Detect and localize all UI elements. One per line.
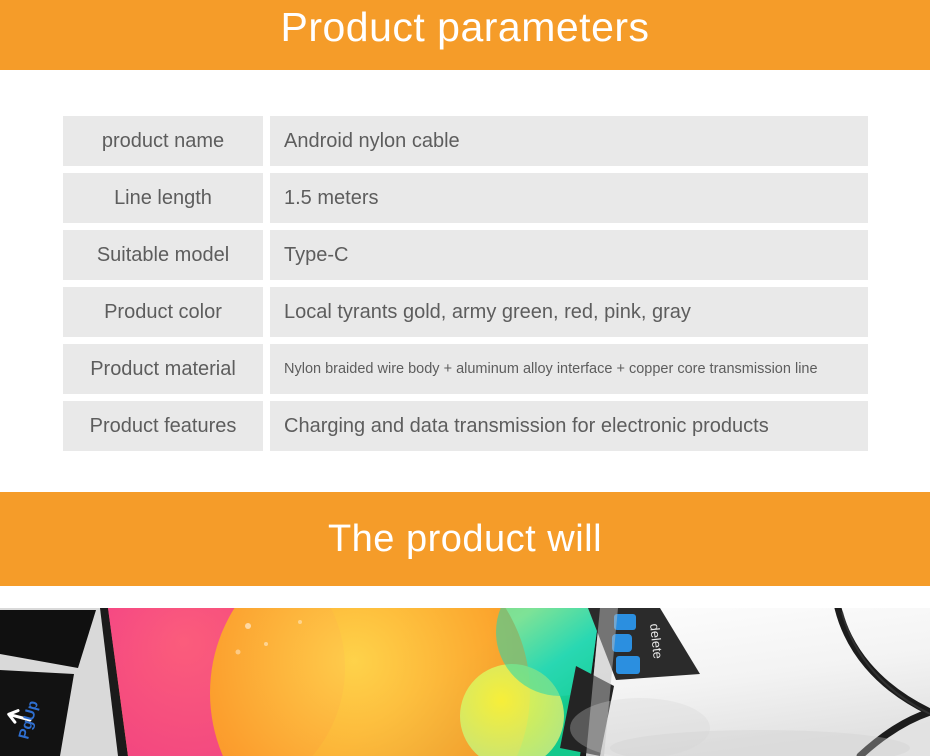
table-row: Line length 1.5 meters bbox=[63, 173, 868, 223]
photo-illustration: PgUp delete bbox=[0, 608, 930, 756]
section-banner-product-parameters: Product parameters bbox=[0, 0, 930, 70]
table-row: product name Android nylon cable bbox=[63, 116, 868, 166]
product-detail-page: Product parameters product name Android … bbox=[0, 0, 930, 756]
param-label: Product material bbox=[63, 344, 263, 394]
table-row: Suitable model Type-C bbox=[63, 230, 868, 280]
product-lifestyle-photo: PgUp delete bbox=[0, 608, 930, 756]
param-label: product name bbox=[63, 116, 263, 166]
param-label: Product color bbox=[63, 287, 263, 337]
param-label: Suitable model bbox=[63, 230, 263, 280]
table-row: Product features Charging and data trans… bbox=[63, 401, 868, 451]
banner-title-product-parameters: Product parameters bbox=[280, 3, 650, 50]
param-value: Local tyrants gold, army green, red, pin… bbox=[270, 287, 868, 337]
param-value: Charging and data transmission for elect… bbox=[270, 401, 868, 451]
param-value: Nylon braided wire body + aluminum alloy… bbox=[270, 344, 868, 394]
param-label: Line length bbox=[63, 173, 263, 223]
product-parameters-table: product name Android nylon cable Line le… bbox=[63, 116, 868, 451]
banner-title-the-product-will: The product will bbox=[327, 518, 603, 560]
param-value: Android nylon cable bbox=[270, 116, 868, 166]
table-row: Product color Local tyrants gold, army g… bbox=[63, 287, 868, 337]
param-label: Product features bbox=[63, 401, 263, 451]
table-row: Product material Nylon braided wire body… bbox=[63, 344, 868, 394]
section-banner-the-product-will: The product will bbox=[0, 492, 930, 586]
param-value: 1.5 meters bbox=[270, 173, 868, 223]
param-value: Type-C bbox=[270, 230, 868, 280]
